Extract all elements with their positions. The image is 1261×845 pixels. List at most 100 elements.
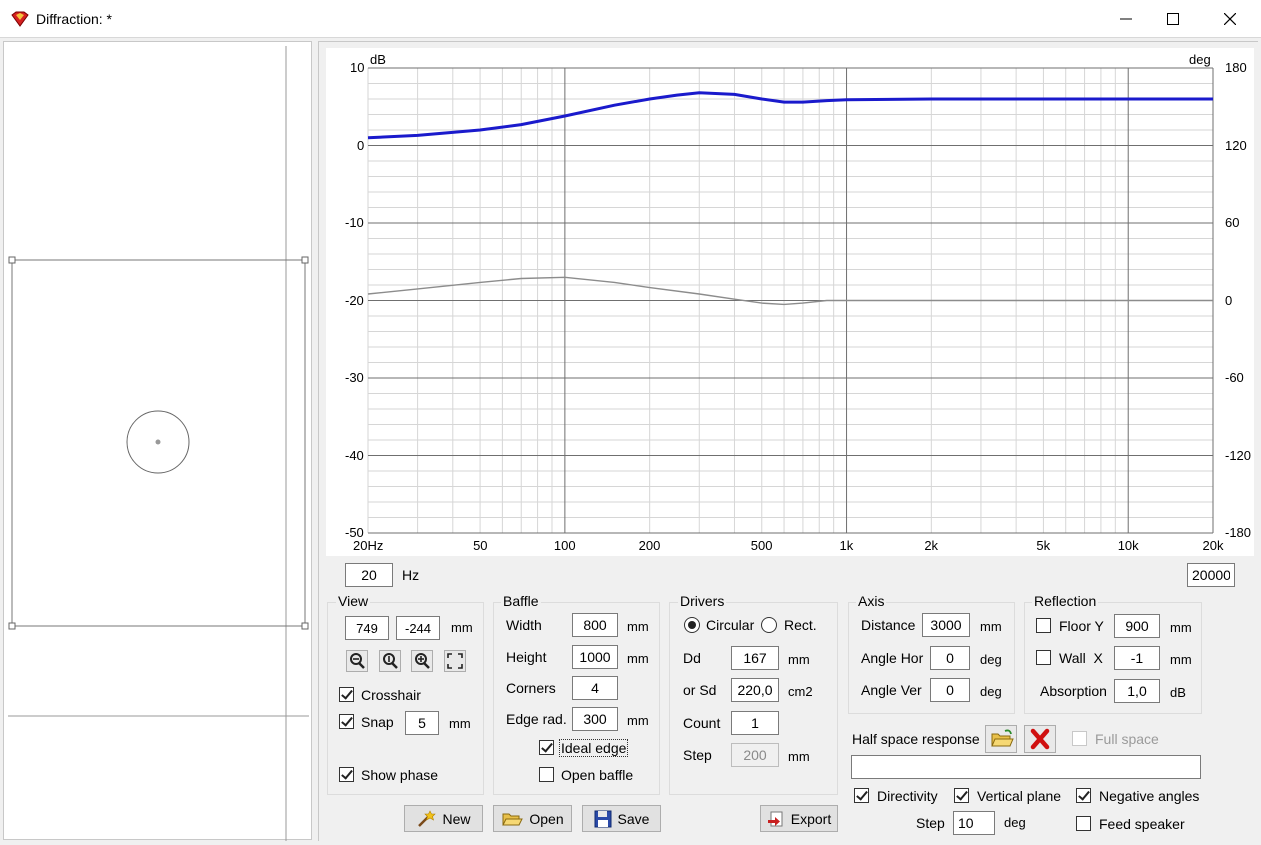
angle-ver-label: Angle Ver <box>861 682 922 698</box>
height-input[interactable] <box>572 645 618 669</box>
baffle-drawing <box>8 46 309 841</box>
y-right-axis-label: deg <box>1189 52 1211 67</box>
title-bar: Diffraction: * <box>0 0 1261 38</box>
x-tick-label: 20Hz <box>353 538 384 553</box>
y-left-tick-label: 0 <box>357 137 365 153</box>
crosshair-label: Crosshair <box>361 687 421 703</box>
minimize-icon <box>1120 18 1132 20</box>
dd-label: Dd <box>683 650 701 666</box>
wall-unit-label: mm <box>1170 652 1192 667</box>
sd-input[interactable] <box>731 678 779 702</box>
y-left-tick-label: -40 <box>345 447 364 463</box>
close-button[interactable] <box>1207 0 1253 38</box>
y-left-tick-label: -30 <box>345 370 364 385</box>
zoom-in-button[interactable] <box>411 650 433 672</box>
snap-checkbox[interactable] <box>339 714 354 729</box>
angle-hor-input[interactable] <box>930 646 970 670</box>
half-space-clear-button[interactable] <box>1024 725 1056 753</box>
freq-max-input[interactable] <box>1187 563 1235 587</box>
resize-handle <box>301 256 309 264</box>
directivity-checkbox[interactable] <box>854 788 869 803</box>
y-right-tick-label: 0 <box>1225 292 1233 308</box>
sd-label: or Sd <box>683 682 717 698</box>
y-right-tick-label: -180 <box>1225 525 1252 540</box>
floor-checkbox[interactable] <box>1036 618 1051 633</box>
baffle-view-canvas[interactable] <box>3 41 312 841</box>
width-input[interactable] <box>572 613 618 637</box>
resize-handle <box>301 622 309 630</box>
vertical-plane-checkbox[interactable] <box>954 788 969 803</box>
zoom-fit-icon <box>447 653 463 669</box>
freq-min-input[interactable] <box>345 563 393 587</box>
maximize-button[interactable] <box>1150 0 1196 38</box>
dd-unit-label: mm <box>788 652 810 667</box>
floor-input[interactable] <box>1114 614 1160 638</box>
dd-input[interactable] <box>731 646 779 670</box>
x-tick-label: 50 <box>473 538 488 553</box>
y-left-tick-label: -50 <box>345 525 364 540</box>
corners-input[interactable] <box>572 676 618 700</box>
y-right-tick-label: 120 <box>1225 137 1247 153</box>
view-y-input[interactable] <box>396 616 440 640</box>
snap-input[interactable] <box>405 711 439 735</box>
half-space-path-input[interactable] <box>851 755 1201 779</box>
save-button[interactable]: Save <box>582 805 661 832</box>
red-x-icon <box>1030 728 1050 750</box>
show-phase-label: Show phase <box>361 767 439 783</box>
feed-speaker-checkbox[interactable] <box>1076 816 1091 831</box>
step-label: Step <box>683 747 712 763</box>
zoom-out-button[interactable] <box>346 650 368 672</box>
open-button[interactable]: Open <box>493 805 572 832</box>
distance-input[interactable] <box>922 613 970 637</box>
driver-center <box>155 439 161 445</box>
y-right-tick-label: -60 <box>1225 370 1244 385</box>
x-tick-label: 500 <box>750 538 773 553</box>
save-button-label: Save <box>617 810 650 827</box>
ideal-edge-checkbox[interactable] <box>539 740 554 755</box>
sd-unit-label: cm2 <box>788 684 813 699</box>
zoom-in-icon <box>415 653 430 669</box>
show-phase-checkbox[interactable] <box>339 767 354 782</box>
zoom-fit-button[interactable] <box>444 650 466 672</box>
ideal-edge-label: Ideal edge <box>558 739 629 757</box>
count-input[interactable] <box>731 711 779 735</box>
zoom-reset-button[interactable] <box>379 650 401 672</box>
zoom-reset-icon <box>383 653 398 669</box>
height-unit-label: mm <box>627 651 649 666</box>
half-space-label: Half space response <box>852 731 980 747</box>
circular-radio[interactable] <box>684 617 700 633</box>
x-tick-label: 20k <box>1202 538 1224 553</box>
angle-hor-label: Angle Hor <box>861 650 924 666</box>
step-input[interactable] <box>731 743 779 767</box>
rect-radio[interactable] <box>761 617 777 633</box>
red-diamond-icon <box>11 11 29 27</box>
feed-speaker-label: Feed speaker <box>1099 816 1185 832</box>
half-space-open-button[interactable] <box>985 725 1017 753</box>
edge-radius-input[interactable] <box>572 707 618 731</box>
absorption-input[interactable] <box>1114 679 1160 703</box>
corners-label: Corners <box>506 680 556 696</box>
frequency-response-chart[interactable]: 20Hz 50 100 200 500 1k 2k 5k 10k 20k 10 0 -10 -20 -30-… <box>326 48 1254 556</box>
angle-ver-input[interactable] <box>930 678 970 702</box>
wall-input[interactable] <box>1114 646 1160 670</box>
y-left-tick-label: -20 <box>345 292 364 308</box>
freq-unit-label: Hz <box>402 567 420 583</box>
export-button[interactable]: Export <box>760 805 838 832</box>
wall-checkbox[interactable] <box>1036 650 1051 665</box>
x-tick-label: 100 <box>553 538 576 553</box>
directivity-step-input[interactable] <box>953 811 995 835</box>
directivity-step-unit-label: deg <box>1004 815 1026 830</box>
baffle-group-title: Baffle <box>501 593 541 609</box>
view-group-title: View <box>336 593 371 609</box>
y-left-axis-label: dB <box>370 52 386 67</box>
new-button[interactable]: New <box>404 805 483 832</box>
magic-wand-icon <box>418 809 437 827</box>
view-x-input[interactable] <box>345 616 389 640</box>
minimize-button[interactable] <box>1103 0 1149 38</box>
open-baffle-checkbox[interactable] <box>539 767 554 782</box>
open-baffle-label: Open baffle <box>561 767 634 783</box>
crosshair-checkbox[interactable] <box>339 687 354 702</box>
vertical-plane-label: Vertical plane <box>977 788 1062 804</box>
negative-angles-checkbox[interactable] <box>1076 788 1091 803</box>
full-space-checkbox[interactable] <box>1072 731 1087 746</box>
